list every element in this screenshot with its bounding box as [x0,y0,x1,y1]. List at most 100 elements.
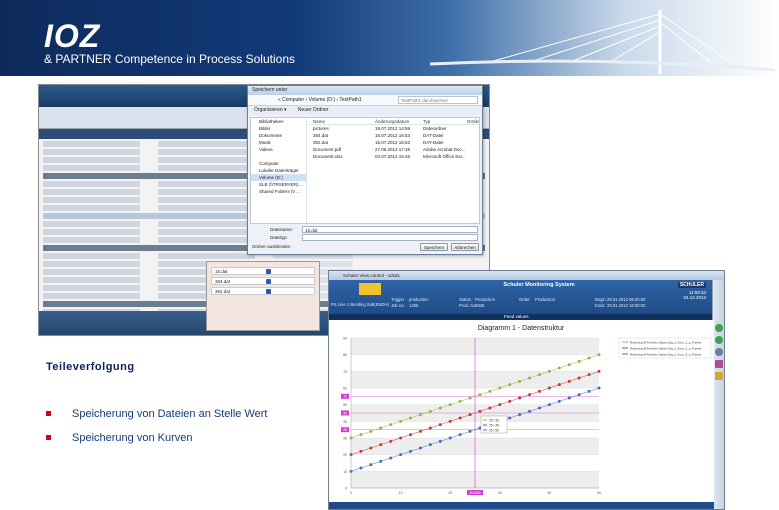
data-point [528,393,532,397]
data-point [438,406,442,410]
column-size[interactable]: Größe [467,118,479,125]
nav-item[interactable]: Bilder [251,125,306,132]
marker-label: 40 [343,411,347,415]
data-point [409,449,413,453]
data-point [438,439,442,443]
file-row[interactable]: pictures 19.07.2012 14:59 Dateiordner [309,125,479,132]
search-input[interactable]: TestPath1 durchsuchen [398,96,478,104]
y-tick-label: 10 [343,470,347,474]
data-point [428,409,432,413]
file-row[interactable]: 392.dat 16.07.2012 16:53 DAT-Datei [309,139,479,146]
data-point [508,383,512,387]
settings-icon[interactable] [715,360,723,368]
data-point [577,359,581,363]
data-point [518,379,522,383]
forward-arrow-icon[interactable] [715,336,723,344]
save-button[interactable]: Speichern [420,243,448,251]
save-disk-icon[interactable] [266,279,271,284]
field-value: Production [475,297,496,302]
data-point [359,449,363,453]
nav-item[interactable]: Computer [251,160,306,167]
nav-item[interactable]: Lokaler Datenträger [251,167,306,174]
file-type: DAT-Datei [423,140,444,145]
field-label: Status [459,297,471,302]
dialog-buttons: Ordner ausblenden Speichern Abbrechen [252,243,479,252]
data-point [418,413,422,417]
data-point [557,366,561,370]
nav-item[interactable]: SLB (\\TRSERVER) ... [251,181,306,188]
data-point [448,419,452,423]
column-date[interactable]: Änderungsdatum [375,118,419,125]
x-tick-label: 10 [399,491,403,495]
data-point [528,376,532,380]
file-row[interactable]: 384.dat 16.07.2012 16:53 DAT-Datei [309,132,479,139]
value-filename: 384.dat [215,279,231,284]
field-label: Job no. [391,303,405,308]
bullet-square-icon [46,411,51,416]
data-point [438,423,442,427]
organize-menu[interactable]: Organisieren ▾ [254,107,287,113]
value-row[interactable]: 392.dat [211,287,315,295]
new-folder-button[interactable]: Neuer Ordner [298,107,329,113]
back-arrow-icon[interactable] [715,324,723,332]
data-point [389,456,393,460]
data-point [418,429,422,433]
file-name: pictures [313,126,329,131]
filetype-row: Dateityp: [250,234,480,241]
column-type[interactable]: Typ [423,118,465,125]
field-label: Prod. no. [459,303,476,308]
data-point [478,393,482,397]
x-tick-label: 50 [597,491,601,495]
tooltip-entry: 25 / 55 [489,428,499,432]
data-point [399,453,403,457]
hide-folders-toggle[interactable]: Ordner ausblenden [252,243,296,251]
data-point [389,439,393,443]
filetype-select[interactable] [302,234,478,241]
users-icon[interactable] [715,372,723,380]
data-point [498,403,502,407]
value-row[interactable]: 15.dat [211,267,315,275]
data-point [428,426,432,430]
filename-label: Dateiname: [270,227,294,232]
nav-item[interactable]: Shared Folders (\\ ... [251,188,306,195]
data-point [508,399,512,403]
address-path: « Computer › Volume (D:) › TestPath1 [278,97,362,103]
data-point [409,433,413,437]
nav-item[interactable]: Dokumente [251,132,306,139]
dialog-toolbar: Organisieren ▾ Neuer Ordner [248,106,482,115]
data-point [587,373,591,377]
file-name: 392.dat [313,140,329,145]
data-point [557,399,561,403]
nav-item[interactable]: Musik [251,139,306,146]
line-chart: Diagramm 1 - Datenstruktur 25,0000 75 40 25… [329,320,714,504]
y-tick-label: 80 [343,353,347,357]
data-point [379,459,383,463]
save-disk-icon[interactable] [266,289,271,294]
field-value: Production [535,297,556,302]
tooltip-entry: 25 / 35 [489,418,499,422]
filename-input[interactable]: 15.dat [302,226,478,233]
data-point [389,423,393,427]
refresh-icon[interactable] [715,348,723,356]
column-name[interactable]: Name [313,118,371,125]
nav-item[interactable]: Volume (D:) [251,174,306,181]
nav-item[interactable]: Videos [251,146,306,153]
data-point [468,396,472,400]
nav-item[interactable]: Bibliotheken [251,118,306,125]
brand-logo: SCHULER [677,282,706,288]
data-point [597,386,601,390]
data-point [597,369,601,373]
save-disk-icon[interactable] [266,269,271,274]
data-point [369,446,373,450]
cancel-button[interactable]: Abbrechen [451,243,479,251]
data-point [369,463,373,467]
value-row[interactable]: 384.dat [211,277,315,285]
slide: IOZ & PARTNER Competence in Process Solu… [0,0,779,510]
monitor-footer [329,502,714,509]
address-bar[interactable]: « Computer › Volume (D:) › TestPath1 Tes… [248,95,482,106]
file-row[interactable]: Document.xlsx 03.07.2012 15:46 Microsoft… [309,153,479,160]
bullet-text: Speicherung von Dateien an Stelle Wert [72,408,268,420]
file-date: 27.06.2012 17:49 [375,147,411,152]
file-row[interactable]: Document.pdf 27.06.2012 17:49 Adobe Acro… [309,146,479,153]
